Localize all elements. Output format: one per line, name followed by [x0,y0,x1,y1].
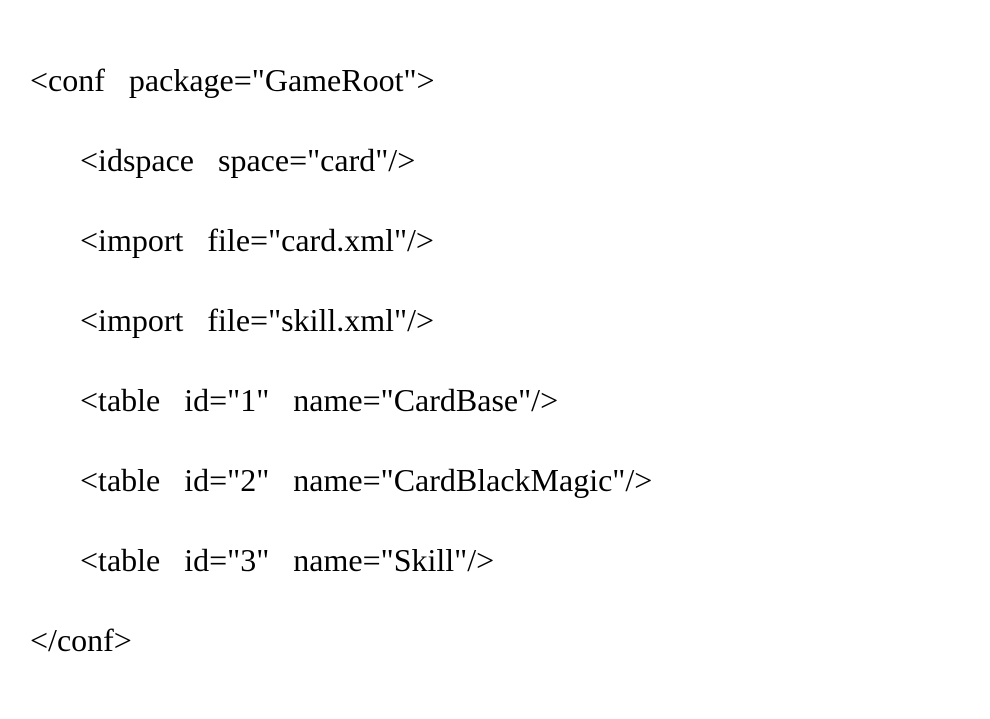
code-line-idspace: <idspace space="card"/> [30,120,960,200]
code-line-close: </conf> [30,600,960,680]
code-line-import-card: <import file="card.xml"/> [30,200,960,280]
code-line-import-skill: <import file="skill.xml"/> [30,280,960,360]
code-line-open: <conf package="GameRoot"> [30,40,960,120]
code-line-table-cardblackmagic: <table id="2" name="CardBlackMagic"/> [30,440,960,520]
code-line-table-skill: <table id="3" name="Skill"/> [30,520,960,600]
code-line-table-cardbase: <table id="1" name="CardBase"/> [30,360,960,440]
